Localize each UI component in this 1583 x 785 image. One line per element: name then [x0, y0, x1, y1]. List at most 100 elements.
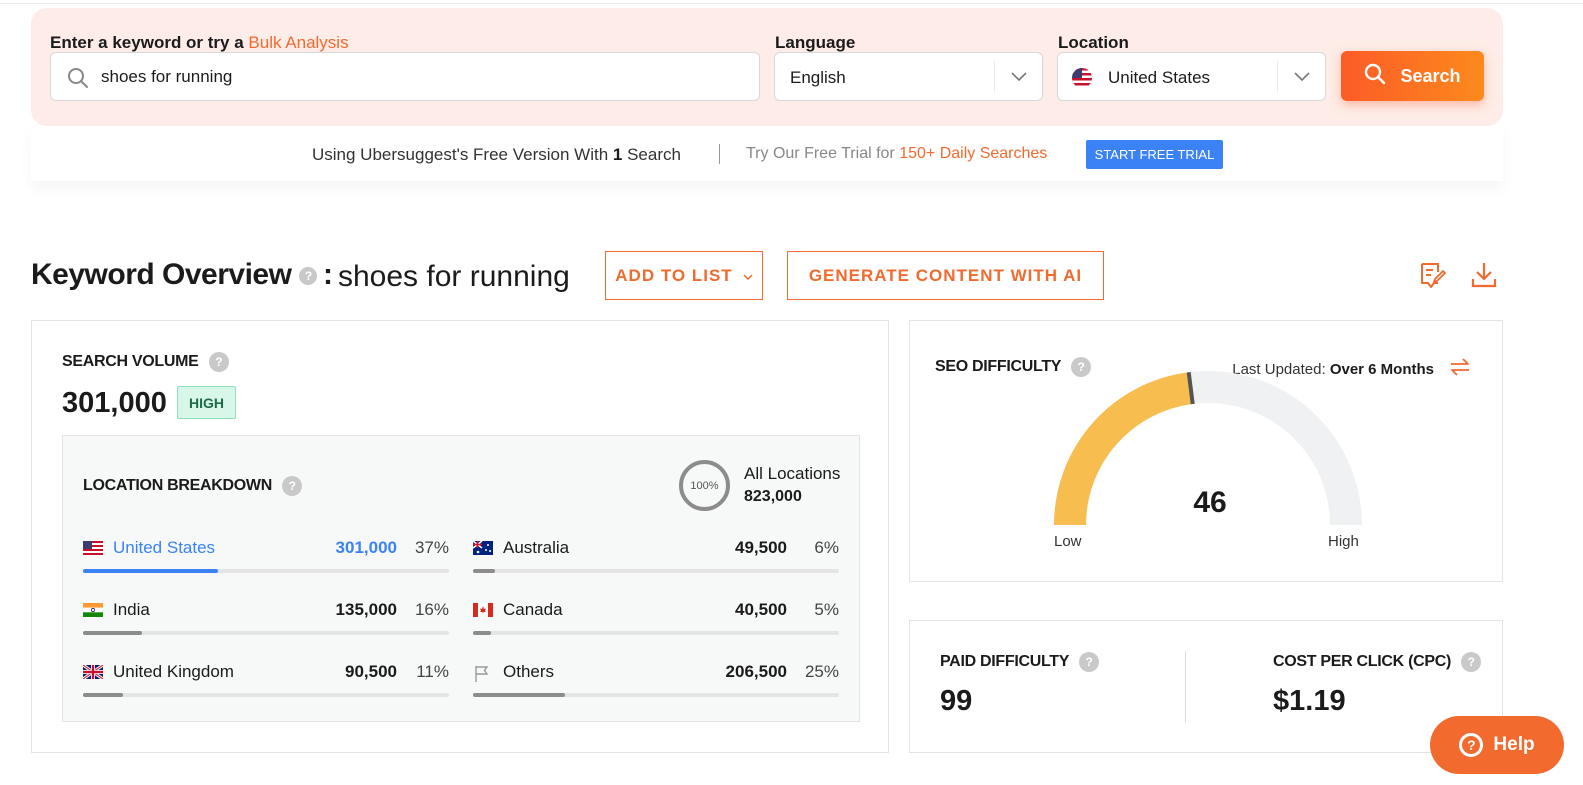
generate-content-ai-button[interactable]: GENERATE CONTENT WITH AI — [787, 251, 1104, 300]
location-volume: 135,000 — [335, 600, 397, 619]
location-volume: 40,500 — [735, 600, 787, 619]
location-name: United Kingdom — [113, 662, 234, 681]
location-share-fill — [83, 631, 142, 635]
keyword-query: shoes for running — [338, 260, 570, 293]
help-icon[interactable]: ? — [208, 352, 229, 372]
location-share-fill — [83, 693, 124, 697]
start-free-trial-button[interactable]: START FREE TRIAL — [1086, 140, 1223, 169]
page-title-text: Keyword Overview — [31, 258, 292, 291]
search-button[interactable]: Search — [1341, 51, 1484, 101]
add-to-list-button[interactable]: ADD TO LIST — [605, 251, 763, 300]
keyword-input-box[interactable] — [50, 52, 760, 101]
divider — [1185, 651, 1186, 723]
gauge-high-label: High — [1328, 533, 1359, 550]
help-icon: ? — [1459, 733, 1484, 757]
location-share-bar — [473, 569, 839, 573]
language-value: English — [790, 68, 846, 87]
free-version-text: Using Ubersuggest's Free Version With 1 … — [312, 145, 681, 165]
location-volume: 301,000 — [335, 538, 397, 557]
location-percent: 5% — [814, 600, 839, 619]
search-volume-title: SEARCH VOLUME ? — [62, 352, 229, 372]
download-icon[interactable] — [1470, 261, 1498, 294]
location-breakdown-title: LOCATION BREAKDOWN ? — [83, 476, 303, 496]
location-share-fill — [473, 569, 495, 573]
location-share-bar — [83, 631, 449, 635]
location-volume: 206,500 — [725, 662, 787, 681]
all-locations-donut: 100% — [679, 460, 730, 511]
us-flag-icon — [83, 541, 103, 555]
add-to-list-label: ADD TO LIST — [615, 265, 733, 285]
all-locations-value: 823,000 — [744, 488, 802, 505]
india-flag-icon — [83, 603, 103, 617]
location-name: Others — [503, 662, 555, 681]
free-text-suffix: Search — [627, 145, 681, 164]
keyword-input[interactable] — [101, 53, 741, 100]
location-item[interactable]: India 135,000 16% — [83, 598, 449, 638]
trial-highlight: 150+ Daily Searches — [899, 145, 1048, 162]
help-icon[interactable]: ? — [1461, 652, 1482, 672]
chevron-down-icon — [743, 266, 753, 286]
help-icon[interactable]: ? — [282, 476, 303, 496]
location-breakdown-title-text: LOCATION BREAKDOWN — [83, 477, 272, 495]
cpc-title-text: COST PER CLICK (CPC) — [1273, 653, 1452, 671]
location-percent: 16% — [414, 600, 449, 619]
location-percent: 6% — [814, 538, 839, 557]
location-item[interactable]: Australia 49,500 6% — [472, 536, 839, 576]
location-share-bar — [83, 693, 449, 697]
language-select[interactable]: English — [774, 52, 1043, 101]
search-volume-value: 301,000 — [62, 387, 167, 419]
title-colon: : — [323, 258, 333, 291]
page-title: Keyword Overview ? — [31, 258, 318, 292]
location-item[interactable]: Others 206,500 25% — [473, 660, 839, 700]
paid-difficulty-title: PAID DIFFICULTY ? — [940, 652, 1099, 672]
bulk-analysis-link[interactable]: Bulk Analysis — [248, 33, 349, 54]
help-button-label: Help — [1493, 734, 1535, 755]
australia-flag-icon — [472, 540, 493, 555]
seo-difficulty-gauge — [1054, 371, 1362, 526]
location-share-bar — [473, 631, 839, 635]
us-flag-icon — [1072, 68, 1092, 93]
seo-difficulty-value: 46 — [1193, 486, 1227, 519]
cpc-value: $1.19 — [1273, 685, 1346, 717]
all-locations-label: All Locations — [744, 464, 841, 483]
help-icon[interactable]: ? — [299, 267, 318, 286]
chevron-down-icon — [994, 61, 1042, 93]
search-icon — [1364, 63, 1386, 90]
location-percent: 37% — [414, 538, 449, 557]
search-volume-title-text: SEARCH VOLUME — [62, 353, 199, 371]
keyword-label-text: Enter a keyword or try a — [50, 33, 244, 52]
free-text-prefix: Using Ubersuggest's Free Version With — [312, 145, 609, 164]
uk-flag-icon — [82, 663, 104, 681]
location-name: Canada — [503, 600, 563, 619]
help-icon[interactable]: ? — [1079, 652, 1099, 672]
report-edit-icon[interactable] — [1418, 261, 1447, 294]
canada-flag-icon — [473, 603, 493, 617]
location-item[interactable]: Canada 40,500 5% — [473, 598, 839, 638]
location-share-fill — [83, 569, 219, 573]
location-value: United States — [1108, 68, 1211, 87]
free-search-count: 1 — [612, 145, 623, 164]
help-button[interactable]: ? Help — [1430, 716, 1564, 774]
volume-level-badge: HIGH — [177, 386, 236, 419]
location-name: United States — [113, 538, 216, 557]
top-divider — [0, 0, 1583, 4]
location-name: India — [113, 600, 150, 619]
location-share-bar — [83, 569, 449, 573]
language-label: Language — [775, 33, 856, 52]
search-icon — [67, 67, 89, 94]
location-name: Australia — [503, 538, 570, 557]
location-percent: 11% — [416, 662, 449, 681]
location-volume: 90,500 — [345, 662, 397, 681]
location-item[interactable]: United Kingdom 90,500 11% — [82, 660, 449, 700]
search-volume-card: SEARCH VOLUME ? 301,000 HIGH LOCATION BR… — [31, 320, 889, 753]
chevron-down-icon — [1277, 61, 1325, 93]
search-panel: Enter a keyword or try a Bulk Analysis L… — [31, 8, 1503, 126]
trial-text: Try Our Free Trial for 150+ Daily Search… — [746, 145, 1047, 163]
flag-icon — [473, 665, 493, 682]
location-item[interactable]: United States 301,000 37% — [83, 536, 449, 576]
location-breakdown: LOCATION BREAKDOWN ? 100% All Locations … — [62, 435, 860, 722]
free-version-bar: Using Ubersuggest's Free Version With 1 … — [31, 126, 1503, 181]
location-share-bar — [473, 693, 839, 697]
location-select[interactable]: United States — [1057, 52, 1326, 101]
location-label: Location — [1058, 33, 1129, 52]
